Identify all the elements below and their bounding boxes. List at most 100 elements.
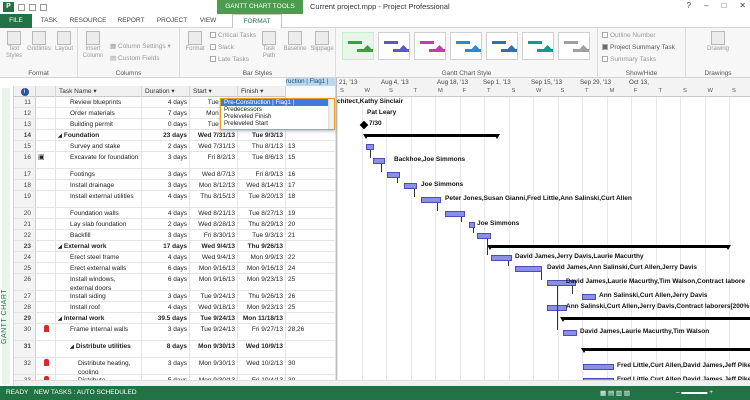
predecessors-cell[interactable] [286,130,336,140]
predecessors-cell[interactable]: 21 [286,230,336,240]
new-tasks-mode[interactable]: NEW TASKS : AUTO SCHEDULED [34,389,137,396]
finish-cell[interactable]: Tue 8/20/13 [238,191,286,207]
task-name-cell[interactable]: Survey and stake [56,141,142,151]
start-cell[interactable]: Wed 8/7/13 [190,169,238,179]
dependency-link[interactable] [473,228,474,233]
finish-cell[interactable]: Tue 8/27/13 [238,208,286,218]
close-button[interactable]: ✕ [739,1,746,10]
duration-cell[interactable]: 0 days [142,119,190,129]
task-bar[interactable] [477,233,491,239]
slippage-button[interactable]: Slippage [309,31,335,53]
gantt-chart[interactable]: chitect,Kathy Sinclair Pat Leary 7/30 Backh… [336,97,750,386]
start-cell[interactable]: Mon 8/12/13 [190,180,238,190]
task-name-cell[interactable]: Install windows, external doors [56,274,142,290]
table-row[interactable]: 31 ◢ Distribute utilities 8 days Mon 9/30/13… [14,341,336,358]
dependency-link[interactable] [461,217,462,222]
collapse-icon[interactable]: ◢ [70,343,74,352]
duration-cell[interactable]: 6 days [142,263,190,273]
column-header-duration[interactable]: Duration ▾ [142,86,190,97]
table-row[interactable]: 19 Install external utilities 4 days Thu 8/… [14,191,336,208]
predecessors-cell[interactable]: 25 [286,302,336,312]
table-row[interactable]: 29 ◢ Internal work 39.5 days Tue 9/24/13 Mon … [14,313,336,324]
task-name-cell[interactable]: ◢ Foundation [56,130,142,140]
predecessors-cell[interactable]: 26 [286,291,336,301]
layout-button[interactable]: Layout [53,31,75,53]
duration-cell[interactable]: 4 days [142,191,190,207]
info-column-header[interactable]: i [14,86,36,97]
table-row[interactable]: 24 Erect steel frame 4 days Wed 9/4/13 Mon 9… [14,252,336,263]
duration-cell[interactable]: 2 days [142,141,190,151]
start-cell[interactable]: Wed 8/28/13 [190,219,238,229]
predecessors-cell[interactable]: 28,26 [286,324,336,340]
start-cell[interactable]: Wed 9/4/13 [190,252,238,262]
table-row[interactable]: 14 ◢ Foundation 23 days Wed 7/31/13 Tue 9/3/1… [14,130,336,141]
duration-cell[interactable]: 3 days [142,230,190,240]
start-cell[interactable]: Mon 9/30/13 [190,341,238,357]
task-name-cell[interactable]: Excavate for foundation [56,152,142,168]
start-cell[interactable]: Mon 9/30/13 [190,358,238,374]
slack-checkbox[interactable]: Slack [210,44,234,51]
minimize-button[interactable]: – [704,1,708,10]
finish-cell[interactable]: Tue 8/6/13 [238,152,286,168]
undo-icon[interactable] [29,3,36,11]
finish-cell[interactable]: Mon 11/18/13 [238,313,286,323]
project-summary-task-checkbox[interactable]: Project Summary Task [602,44,675,51]
task-bar[interactable] [583,364,614,370]
table-row[interactable]: 18 Install drainage 3 days Mon 8/12/13 Wed 8… [14,180,336,191]
table-row[interactable]: 21 Lay slab foundation 2 days Wed 8/28/13 Th… [14,219,336,230]
start-cell[interactable]: Wed 7/31/13 [190,130,238,140]
dropdown-scrollbar[interactable] [328,99,334,129]
predecessors-cell[interactable]: 17 [286,180,336,190]
summary-bar[interactable] [581,348,750,353]
start-cell[interactable]: Fri 8/2/13 [190,152,238,168]
duration-cell[interactable]: 3 days [142,291,190,301]
column-header-task-name[interactable]: Task Name ▾ [56,86,142,97]
duration-cell[interactable]: 6 days [142,274,190,290]
column-header-new[interactable] [286,86,336,97]
save-icon[interactable] [18,3,25,11]
predecessors-cell[interactable]: 24 [286,263,336,273]
dependency-link[interactable] [487,239,488,255]
finish-cell[interactable]: Fri 8/9/13 [238,169,286,179]
view-shortcut-icons[interactable]: ▦ ▤ ▥ ▧ [600,389,630,397]
predecessors-cell[interactable]: 13 [286,141,336,151]
tab-view[interactable]: VIEW [196,14,220,28]
table-row[interactable]: 22 Backfill 3 days Fri 8/30/13 Tue 9/3/13 21 [14,230,336,241]
table-row[interactable]: 20 Foundation walls 4 days Wed 8/21/13 Tue 8… [14,208,336,219]
gantt-style-thumbnail[interactable] [558,32,590,60]
duration-cell[interactable]: 7 days [142,108,190,118]
dropdown-option[interactable]: Preleveled Start [221,120,334,127]
table-row[interactable]: 27 Install siding 3 days Tue 9/24/13 Thu 9/2… [14,291,336,302]
task-name-cell[interactable]: Distribute heating, cooling [56,358,142,374]
task-bar[interactable] [563,330,577,336]
start-cell[interactable]: Wed 9/18/13 [190,302,238,312]
summary-bar[interactable] [487,245,731,250]
collapse-icon[interactable]: ◢ [58,315,62,323]
start-cell[interactable]: Wed 8/21/13 [190,208,238,218]
predecessors-cell[interactable] [286,313,336,323]
dependency-link[interactable] [437,203,438,211]
duration-cell[interactable]: 3 days [142,358,190,374]
tab-file[interactable]: FILE [0,14,32,28]
predecessors-cell[interactable]: 19 [286,208,336,218]
format-bar-button[interactable]: Format [183,31,207,53]
help-button[interactable]: ? [687,1,691,10]
drawing-button[interactable]: Drawing [704,31,732,53]
insert-column-button[interactable]: Insert Column [81,31,105,60]
duration-cell[interactable]: 3 days [142,152,190,168]
tab-format[interactable]: FORMAT [232,14,282,29]
finish-cell[interactable]: Thu 8/29/13 [238,219,286,229]
dropdown-option[interactable]: Pre-Construction | Flag1 | [221,99,334,106]
tab-report[interactable]: REPORT [114,14,148,28]
collapse-icon[interactable]: ◢ [58,243,62,251]
column-header-finish[interactable]: Finish ▾ [238,86,286,97]
table-row[interactable]: 28 Install roof 4 days Wed 9/18/13 Mon 9/23/… [14,302,336,313]
task-name-cell[interactable]: Install siding [56,291,142,301]
task-name-cell[interactable]: Order materials [56,108,142,118]
gantt-style-thumbnail[interactable] [414,32,446,60]
finish-cell[interactable]: Mon 9/16/13 [238,263,286,273]
task-name-cell[interactable]: Foundation walls [56,208,142,218]
start-cell[interactable]: Wed 9/4/13 [190,241,238,251]
table-row[interactable]: 26 Install windows, external doors 6 days M… [14,274,336,291]
task-name-cell[interactable]: Install drainage [56,180,142,190]
